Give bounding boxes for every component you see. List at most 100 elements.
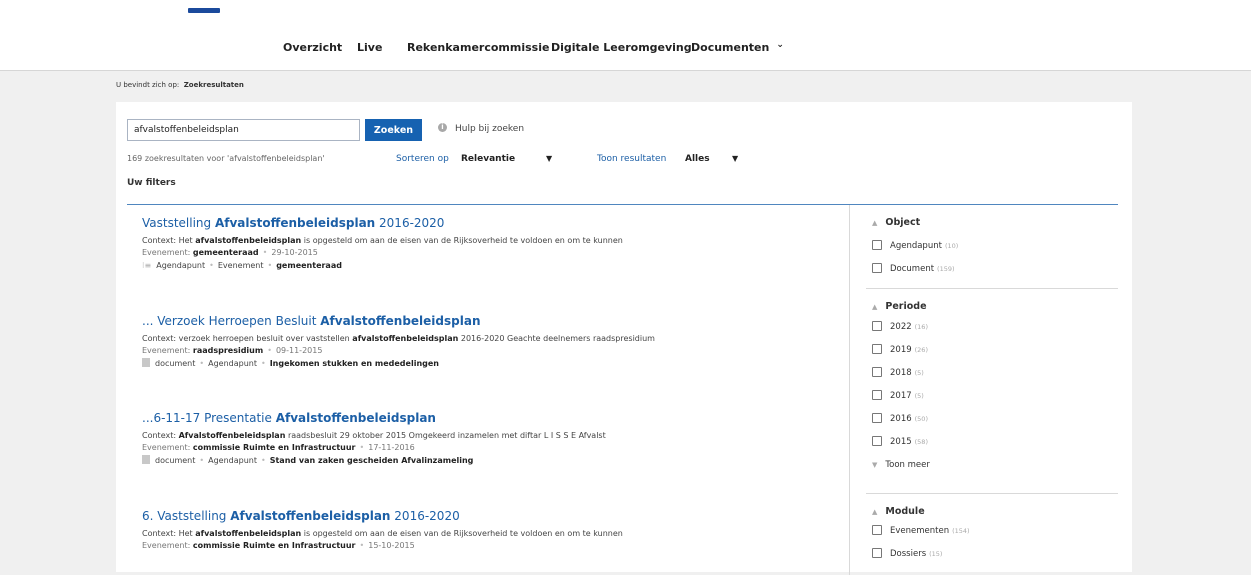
option-count: (16)	[914, 323, 928, 331]
context-part: is opgesteld om aan de eisen van de Rijk…	[301, 236, 623, 245]
facet-option[interactable]: 2018 (5)	[872, 366, 1118, 389]
facet-option[interactable]: Agendapunt (10)	[872, 239, 1118, 262]
checkbox[interactable]	[872, 435, 882, 446]
option-label: 2019	[890, 345, 912, 355]
event-value[interactable]: gemeenteraad	[193, 248, 259, 257]
facet-option[interactable]: 2017 (5)	[872, 389, 1118, 412]
checkbox[interactable]	[872, 524, 882, 535]
result-title[interactable]: ... Verzoek Herroepen Besluit Afvalstoff…	[142, 313, 842, 329]
help-link[interactable]: i Hulp bij zoeken	[438, 123, 525, 134]
result-date: 29-10-2015	[271, 248, 318, 257]
result-tags: ⁝≡ Agendapunt • Evenement • gemeenteraad	[142, 259, 842, 273]
checkbox[interactable]	[872, 389, 882, 400]
agenda-icon: ⁝≡	[142, 261, 152, 270]
event-value[interactable]: raadspresidium	[193, 346, 263, 355]
document-icon	[142, 455, 150, 464]
tag-type: Agendapunt	[156, 261, 206, 270]
results-card: Zoeken i Hulp bij zoeken 169 zoekresultat…	[116, 102, 1132, 575]
event-label: Evenement:	[142, 248, 193, 257]
nav-rekenkamercommissie[interactable]: Rekenkamercommissie	[407, 41, 549, 54]
sort-caret-icon[interactable]: ▼	[546, 154, 552, 163]
checkbox[interactable]	[872, 343, 882, 354]
facet-option[interactable]: Dossiers (15)	[872, 547, 1118, 570]
facet-option[interactable]: 2019 (26)	[872, 343, 1118, 366]
facet-object-toggle[interactable]: ▲ Object	[872, 216, 1118, 230]
show-select[interactable]: Alles	[685, 154, 710, 164]
option-count: (15)	[929, 550, 943, 558]
option-label: 2018	[890, 368, 912, 378]
facet-option[interactable]: 2022 (16)	[872, 320, 1118, 343]
facet-module-toggle[interactable]: ▲ Module	[872, 505, 1118, 519]
option-label: 2015	[890, 437, 912, 447]
result-title[interactable]: Vaststelling Afvalstoffenbeleidsplan 201…	[142, 215, 842, 231]
tag-parent[interactable]: gemeenteraad	[276, 261, 342, 270]
nav-documenten[interactable]: Documenten ⌄	[691, 40, 784, 54]
sort-select[interactable]: Relevantie	[461, 154, 515, 164]
result-title[interactable]: ...6-11-17 Presentatie Afvalstoffenbelei…	[142, 410, 842, 426]
title-highlight: Afvalstoffenbeleidsplan	[214, 216, 376, 230]
tag-parent[interactable]: Ingekomen stukken en mededelingen	[270, 359, 439, 368]
result-tags: document • Agendapunt • Stand van zaken gesc…	[142, 454, 842, 468]
context-part: Context:	[142, 431, 179, 440]
result-count: 169 zoekresultaten voor 'afvalstoffenbel…	[127, 154, 325, 163]
result-title[interactable]: 6. Vaststelling Afvalstoffenbeleidsplan …	[142, 508, 842, 524]
chevron-up-icon: ▲	[872, 508, 878, 516]
chevron-up-icon: ▲	[872, 303, 878, 311]
context-highlight: afvalstoffenbeleidsplan	[352, 334, 459, 343]
search-button[interactable]: Zoeken	[365, 119, 422, 141]
facet-option[interactable]: 2016 (50)	[872, 412, 1118, 435]
result-event: Evenement: commissie Ruimte en Infrastru…	[142, 443, 415, 452]
search-input[interactable]	[127, 119, 360, 141]
tag-type: document	[155, 359, 196, 368]
facet-option[interactable]: Evenementen (154)	[872, 524, 1118, 547]
context-part: Context: verzoek herroepen besluit over …	[142, 334, 353, 343]
option-count: (5)	[914, 392, 924, 400]
document-icon	[142, 358, 150, 367]
checkbox[interactable]	[872, 547, 882, 558]
tag-type: Agendapunt	[208, 359, 257, 368]
title-part: 6. Vaststelling	[142, 509, 231, 523]
sort-label: Sorteren op	[396, 154, 449, 164]
header-divider	[127, 204, 1118, 205]
result-event: Evenement: gemeenteraad • 29-10-2015	[142, 248, 318, 257]
column-divider	[849, 205, 850, 575]
checkbox[interactable]	[872, 239, 882, 250]
option-count: (50)	[914, 415, 928, 423]
title-part: 2016-2020	[375, 216, 445, 230]
logo[interactable]	[188, 8, 220, 13]
facet-divider	[866, 493, 1118, 494]
checkbox[interactable]	[872, 412, 882, 423]
event-label: Evenement:	[142, 443, 193, 452]
checkbox[interactable]	[872, 262, 882, 273]
help-label: Hulp bij zoeken	[455, 124, 525, 134]
tag-parent[interactable]: Stand van zaken gescheiden Afvalinzameli…	[270, 456, 474, 465]
nav-overzicht[interactable]: Overzicht	[283, 41, 342, 54]
result-item: ... Verzoek Herroepen Besluit Afvalstoff…	[142, 313, 842, 371]
show-more-button[interactable]: ▼ Toon meer	[872, 458, 1118, 472]
show-caret-icon[interactable]: ▼	[732, 154, 738, 163]
chevron-down-icon: ⌄	[776, 40, 784, 50]
title-part: ...6-11-17 Presentatie	[142, 411, 276, 425]
facet-title: Periode	[885, 301, 927, 312]
option-count: (10)	[944, 242, 959, 250]
event-value[interactable]: commissie Ruimte en Infrastructuur	[193, 443, 356, 452]
nav-digitale-leeromgeving[interactable]: Digitale Leeromgeving	[551, 41, 692, 54]
event-value[interactable]: commissie Ruimte en Infrastructuur	[193, 541, 356, 550]
checkbox[interactable]	[872, 366, 882, 377]
result-item: 6. Vaststelling Afvalstoffenbeleidsplan …	[142, 508, 842, 552]
facet-option[interactable]: Document (159)	[872, 262, 1118, 285]
result-context: Context: Het afvalstoffenbeleidsplan is …	[142, 235, 842, 247]
facet-title: Object	[885, 217, 921, 228]
breadcrumb-current: Zoekresultaten	[183, 81, 244, 89]
facet-option[interactable]: 2015 (58)	[872, 435, 1118, 458]
option-label: 2022	[890, 322, 912, 332]
nav-live[interactable]: Live	[357, 41, 382, 54]
result-context: Context: Afvalstoffenbeleidsplan raadsbe…	[142, 430, 842, 442]
option-label: 2016	[890, 414, 912, 424]
option-count: (58)	[914, 438, 928, 446]
option-label: Evenementen	[890, 526, 950, 536]
context-highlight: afvalstoffenbeleidsplan	[195, 236, 302, 245]
facet-periode-toggle[interactable]: ▲ Periode	[872, 300, 1118, 314]
checkbox[interactable]	[872, 320, 882, 331]
info-icon: i	[438, 123, 447, 132]
